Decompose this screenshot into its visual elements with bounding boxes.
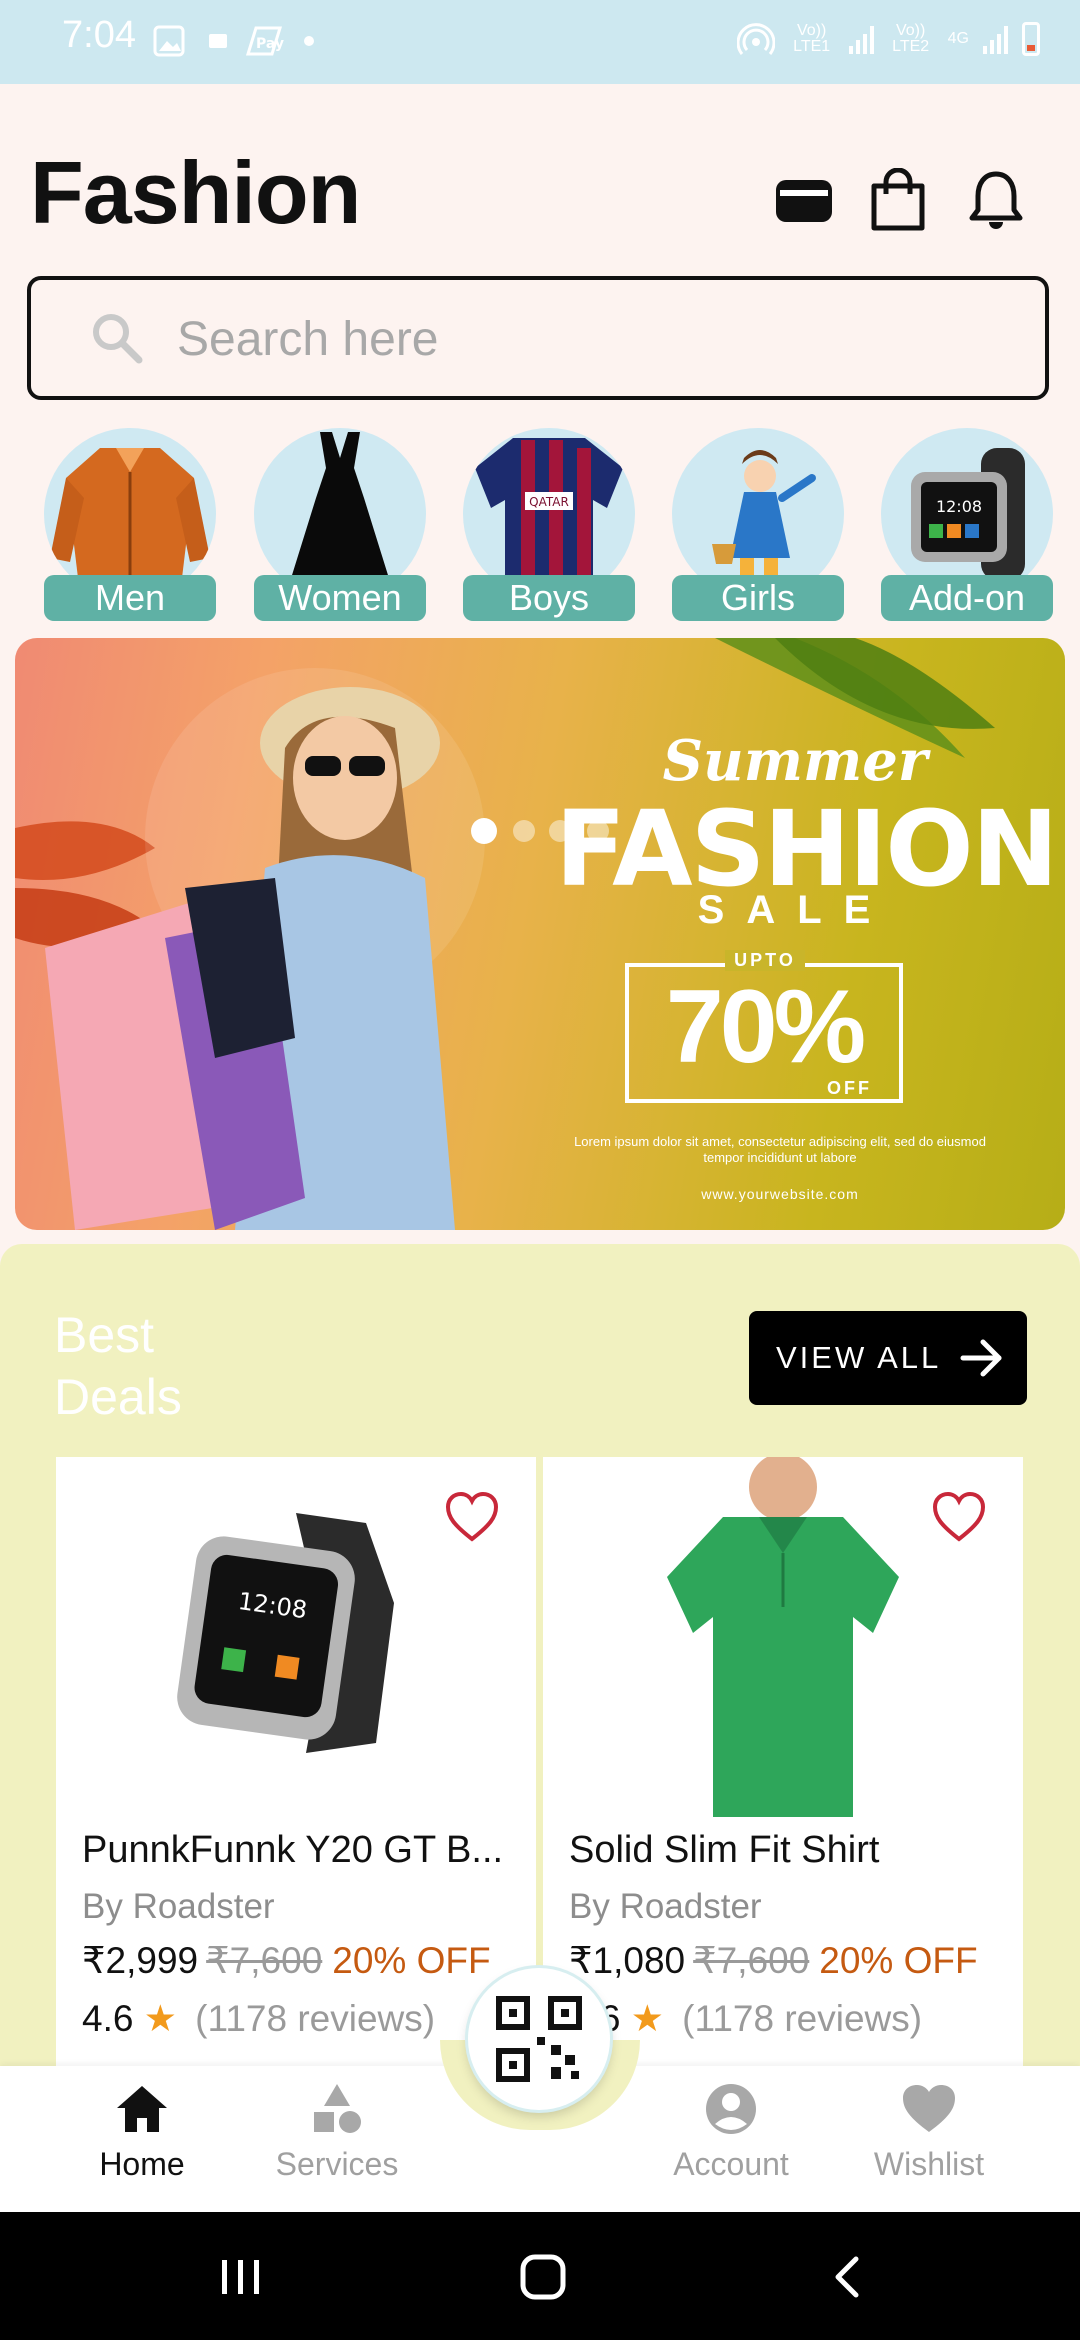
qr-code-icon [496,1996,582,2082]
wishlist-heart-icon[interactable] [931,1491,987,1543]
banner-sale-text: SALE [697,888,893,932]
star-icon: ★ [630,1998,664,2039]
product-rating-row: 4.6 ★ (1178 reviews) [569,1997,922,2040]
category-men[interactable]: Men [44,428,216,624]
category-boys[interactable]: QATAR Boys [463,428,635,624]
view-all-button[interactable]: VIEW ALL [749,1311,1027,1405]
green-shirt-product-image [667,1457,899,1817]
product-reviews: (1178 reviews) [682,1998,923,2039]
qr-scan-button[interactable] [468,1968,610,2110]
category-label: Add-on [881,575,1053,621]
product-old-price: ₹7,600 [206,1940,323,1981]
nav-label: Account [673,2146,789,2182]
smartwatch-product-image: 12:08 [177,1513,394,1753]
status-time: 7:04 [62,14,136,56]
product-brand: By Roadster [82,1887,275,1926]
paytm-notification-icon: Pay [245,26,284,56]
product-price-row: ₹2,999 ₹7,600 20% OFF [82,1939,491,1982]
svg-text:12:08: 12:08 [936,497,982,516]
arrow-right-icon [960,1339,1002,1377]
shopping-bag-icon[interactable] [866,168,930,232]
carousel-dot-4[interactable] [587,820,609,842]
search-input[interactable] [175,298,999,380]
sim1-signal-icon [848,24,874,54]
product-title: PunnkFunnk Y20 GT B... [82,1829,504,1871]
product-old-price: ₹7,600 [693,1940,810,1981]
category-women[interactable]: Women [254,428,426,624]
account-icon [706,2084,756,2134]
product-price-row: ₹1,080 ₹7,600 20% OFF [569,1939,978,1982]
home-icon [117,2086,167,2132]
system-navigation-bar [0,2212,1080,2340]
carousel-dot-1[interactable] [471,818,497,844]
image-notification-icon [153,25,185,57]
nav-label: Services [275,2146,399,2182]
battery-icon [1022,22,1040,56]
banner-body-text: Lorem ipsum dolor sit amet, consectetur … [574,1134,986,1165]
network-type: 4G [947,30,969,47]
nav-account[interactable]: Account [641,2082,821,2202]
product-discount: 20% OFF [332,1940,491,1981]
svg-text:Pay: Pay [256,36,284,52]
banner-summer-text: Summer [662,728,928,794]
promo-banner[interactable]: Summer FASHION SALE UPTO 70% OFF Lorem i… [15,638,1065,1230]
nav-label: Home [99,2146,185,2182]
product-price: ₹1,080 [569,1940,686,1981]
nav-wishlist[interactable]: Wishlist [839,2082,1019,2202]
cast-notification-icon [209,34,227,48]
category-label: Men [44,575,216,621]
carousel-dot-2[interactable] [513,820,535,842]
search-bar[interactable] [27,276,1049,400]
page-title: Fashion [30,143,361,242]
sim2-label: Vo)) LTE2 [892,22,930,55]
nav-label: Wishlist [873,2146,985,2182]
home-system-icon[interactable] [518,2254,568,2300]
category-add-on[interactable]: 12:08 Add-on [881,428,1053,624]
wallet-icon[interactable] [772,168,836,232]
wishlist-heart-icon[interactable] [444,1491,500,1543]
product-discount: 20% OFF [819,1940,978,1981]
services-shapes-icon [314,2084,361,2133]
banner-percent-text: 70% [665,969,866,1085]
product-brand: By Roadster [569,1887,762,1926]
nav-home[interactable]: Home [52,2082,232,2202]
status-indicators: Vo)) LTE1 Vo)) LTE2 4G [736,22,1040,56]
more-notifications-dot [304,36,314,46]
banner-off-text: OFF [827,1078,872,1098]
recent-apps-icon[interactable] [216,2254,266,2300]
back-icon[interactable] [828,2254,868,2300]
category-girls[interactable]: Girls [672,428,844,624]
category-label: Boys [463,575,635,621]
best-deals-title: Best Deals [54,1307,182,1425]
svg-text:QATAR: QATAR [529,495,569,509]
search-icon [93,314,143,364]
product-price: ₹2,999 [82,1940,199,1981]
hotspot-icon [736,23,775,55]
product-rating-row: 4.6 ★ (1178 reviews) [82,1997,435,2040]
product-rating: 4.6 [82,1998,134,2039]
carousel-dot-3[interactable] [549,820,571,842]
category-label: Women [254,575,426,621]
star-icon: ★ [143,1998,177,2039]
category-label: Girls [672,575,844,621]
sim2-signal-icon [983,24,1008,54]
product-reviews: (1178 reviews) [195,1998,436,2039]
sim1-label: Vo)) LTE1 [793,22,831,55]
bell-icon[interactable] [964,168,1028,232]
view-all-label: VIEW ALL [776,1340,942,1375]
product-title: Solid Slim Fit Shirt [569,1829,880,1871]
nav-services[interactable]: Services [247,2082,427,2202]
banner-website-text: www.yourwebsite.com [701,1186,859,1202]
heart-icon [903,2085,955,2132]
status-bar: 7:04 Pay Vo)) LTE1 Vo)) LTE2 4G [0,0,1080,84]
